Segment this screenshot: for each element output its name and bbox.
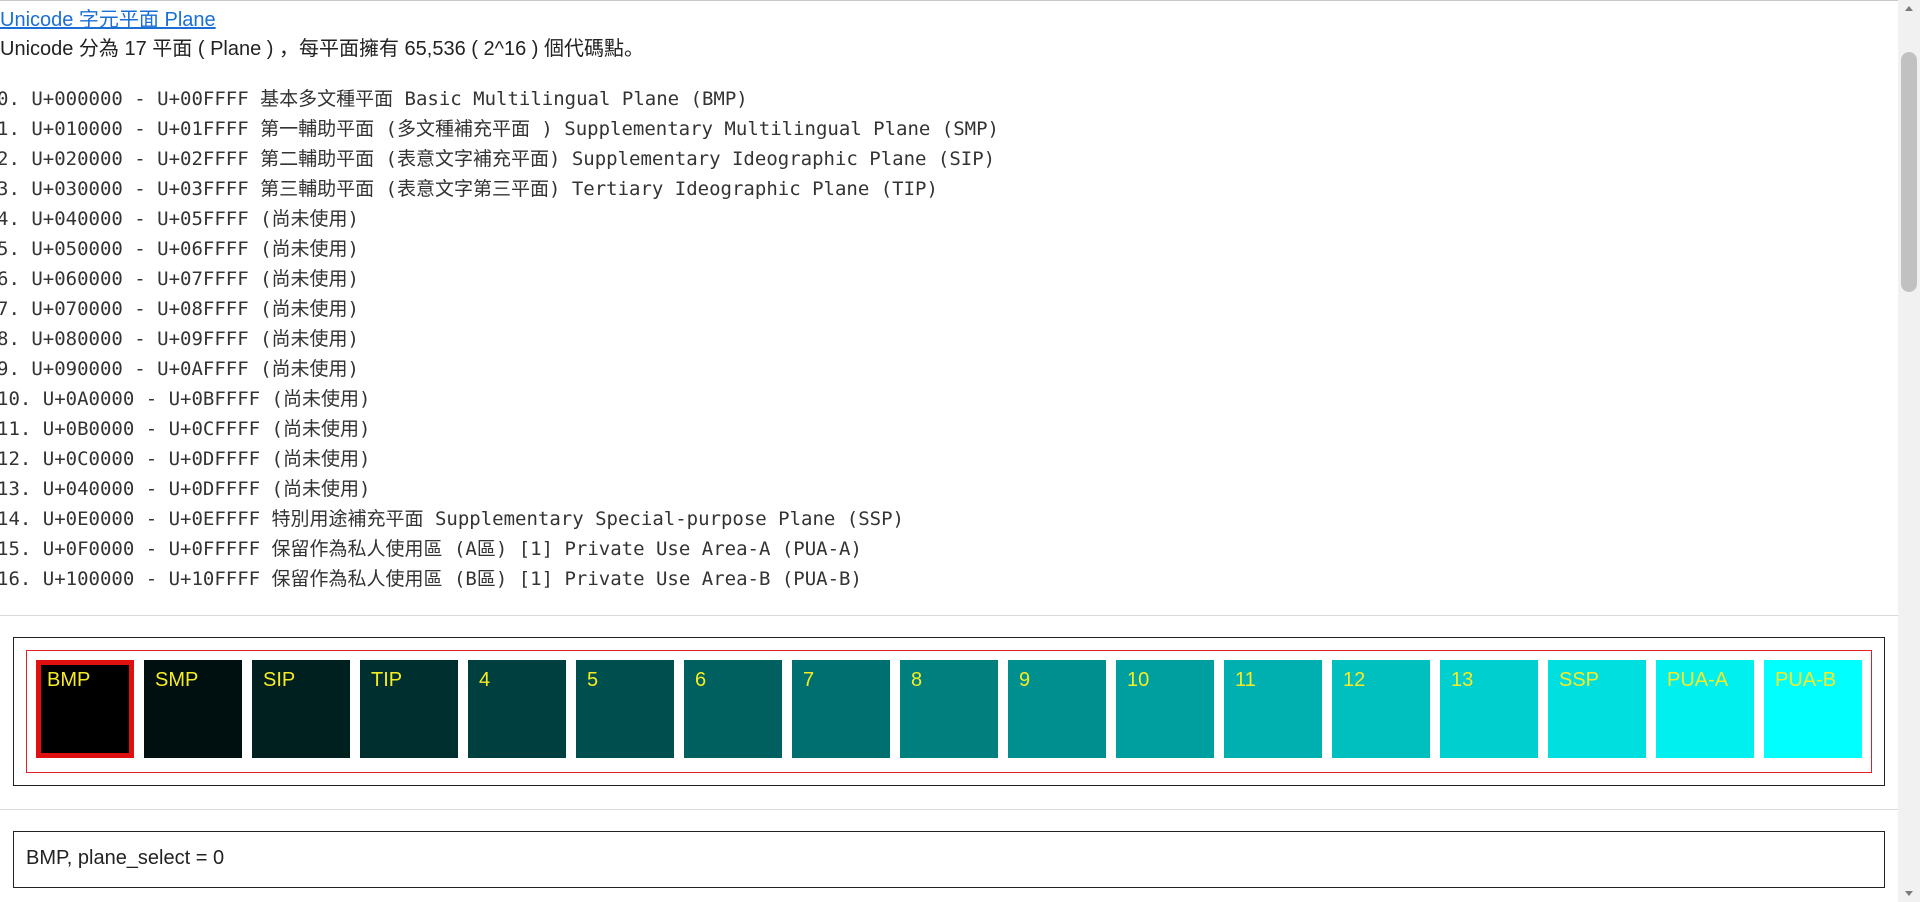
plane-list-item: 0. U+000000 - U+00FFFF 基本多文種平面 Basic Mul… [0, 88, 748, 110]
plane-cell-4[interactable]: 4 [468, 660, 566, 758]
plane-cell-label: 4 [479, 669, 491, 691]
plane-cell-label: PUA-A [1667, 669, 1729, 691]
plane-cell-13[interactable]: 13 [1440, 660, 1538, 758]
plane-cell-label: 11 [1235, 669, 1256, 691]
status-panel: BMP, plane_select = 0 [13, 831, 1885, 888]
plane-cell-label: BMP [47, 669, 91, 691]
plane-cell-ssp[interactable]: SSP [1548, 660, 1646, 758]
plane-cell-label: 6 [695, 669, 707, 691]
plane-list-item: 1. U+010000 - U+01FFFF 第一輔助平面 (多文種補充平面 )… [0, 118, 999, 140]
plane-cell-pua-a[interactable]: PUA-A [1656, 660, 1754, 758]
plane-cell-10[interactable]: 10 [1116, 660, 1214, 758]
plane-cell-label: 10 [1127, 669, 1150, 691]
plane-list-item: 15. U+0F0000 - U+0FFFFF 保留作為私人使用區 (A區) [… [0, 538, 862, 560]
plane-cell-smp[interactable]: SMP [144, 660, 242, 758]
plane-cell-tip[interactable]: TIP [360, 660, 458, 758]
plane-cell-label: 8 [911, 669, 923, 691]
plane-cell-9[interactable]: 9 [1008, 660, 1106, 758]
plane-cells: BMP SMP SIP TIP 4 5 6 7 8 9 10 11 12 13 SSP PUA-A PUA-B [36, 660, 1862, 758]
plane-list-item: 2. U+020000 - U+02FFFF 第二輔助平面 (表意文字補充平面)… [0, 148, 996, 170]
plane-cell-pua-b[interactable]: PUA-B [1764, 660, 1862, 758]
intro-text: Unicode 分為 17 平面 ( Plane ) ，每平面擁有 65,536… [0, 38, 645, 60]
top-divider [0, 0, 1898, 1]
plane-cell-label: SSP [1559, 669, 1600, 691]
plane-cell-label: TIP [371, 669, 403, 691]
divider [0, 615, 1898, 616]
plane-list-item: 7. U+070000 - U+08FFFF (尚未使用) [0, 298, 359, 320]
scroll-down-icon[interactable] [1905, 891, 1913, 896]
plane-selector-inner: BMP SMP SIP TIP 4 5 6 7 8 9 10 11 12 13 SSP PUA-A PUA-B [26, 650, 1872, 773]
plane-list-item: 10. U+0A0000 - U+0BFFFF (尚未使用) [0, 388, 371, 410]
vertical-scrollbar[interactable] [1898, 0, 1920, 902]
plane-list-item: 6. U+060000 - U+07FFFF (尚未使用) [0, 268, 359, 290]
divider [0, 809, 1898, 810]
plane-list-item: 13. U+040000 - U+0DFFFF (尚未使用) [0, 478, 371, 500]
status-text: BMP, plane_select = 0 [26, 847, 225, 869]
plane-cell-7[interactable]: 7 [792, 660, 890, 758]
plane-list-item: 3. U+030000 - U+03FFFF 第三輔助平面 (表意文字第三平面)… [0, 178, 938, 200]
plane-cell-label: 7 [803, 669, 815, 691]
plane-cell-label: 12 [1343, 669, 1366, 691]
plane-list-item: 16. U+100000 - U+10FFFF 保留作為私人使用區 (B區) [… [0, 568, 862, 590]
plane-list-item: 4. U+040000 - U+05FFFF (尚未使用) [0, 208, 359, 230]
plane-cell-label: PUA-B [1775, 669, 1837, 691]
scrollbar-thumb[interactable] [1901, 52, 1917, 292]
plane-cell-label: SMP [155, 669, 199, 691]
unicode-plane-link[interactable]: Unicode 字元平面 Plane [0, 7, 216, 33]
plane-cell-label: 13 [1451, 669, 1474, 691]
scroll-up-icon[interactable] [1905, 6, 1913, 11]
plane-cell-8[interactable]: 8 [900, 660, 998, 758]
plane-list-item: 12. U+0C0000 - U+0DFFFF (尚未使用) [0, 448, 371, 470]
plane-cell-bmp[interactable]: BMP [36, 660, 134, 758]
plane-list-item: 11. U+0B0000 - U+0CFFFF (尚未使用) [0, 418, 371, 440]
plane-cell-6[interactable]: 6 [684, 660, 782, 758]
plane-list-item: 9. U+090000 - U+0AFFFF (尚未使用) [0, 358, 359, 380]
plane-list-item: 5. U+050000 - U+06FFFF (尚未使用) [0, 238, 359, 260]
plane-cell-label: 5 [587, 669, 599, 691]
plane-list: 0. U+000000 - U+00FFFF 基本多文種平面 Basic Mul… [0, 86, 999, 596]
plane-cell-sip[interactable]: SIP [252, 660, 350, 758]
plane-cell-12[interactable]: 12 [1332, 660, 1430, 758]
plane-cell-label: SIP [263, 669, 296, 691]
plane-selector-panel: BMP SMP SIP TIP 4 5 6 7 8 9 10 11 12 13 SSP PUA-A PUA-B [13, 637, 1885, 786]
plane-list-item: 14. U+0E0000 - U+0EFFFF 特別用途補充平面 Supplem… [0, 508, 904, 530]
plane-cell-label: 9 [1019, 669, 1031, 691]
plane-cell-11[interactable]: 11 [1224, 660, 1322, 758]
plane-list-item: 8. U+080000 - U+09FFFF (尚未使用) [0, 328, 359, 350]
plane-cell-5[interactable]: 5 [576, 660, 674, 758]
